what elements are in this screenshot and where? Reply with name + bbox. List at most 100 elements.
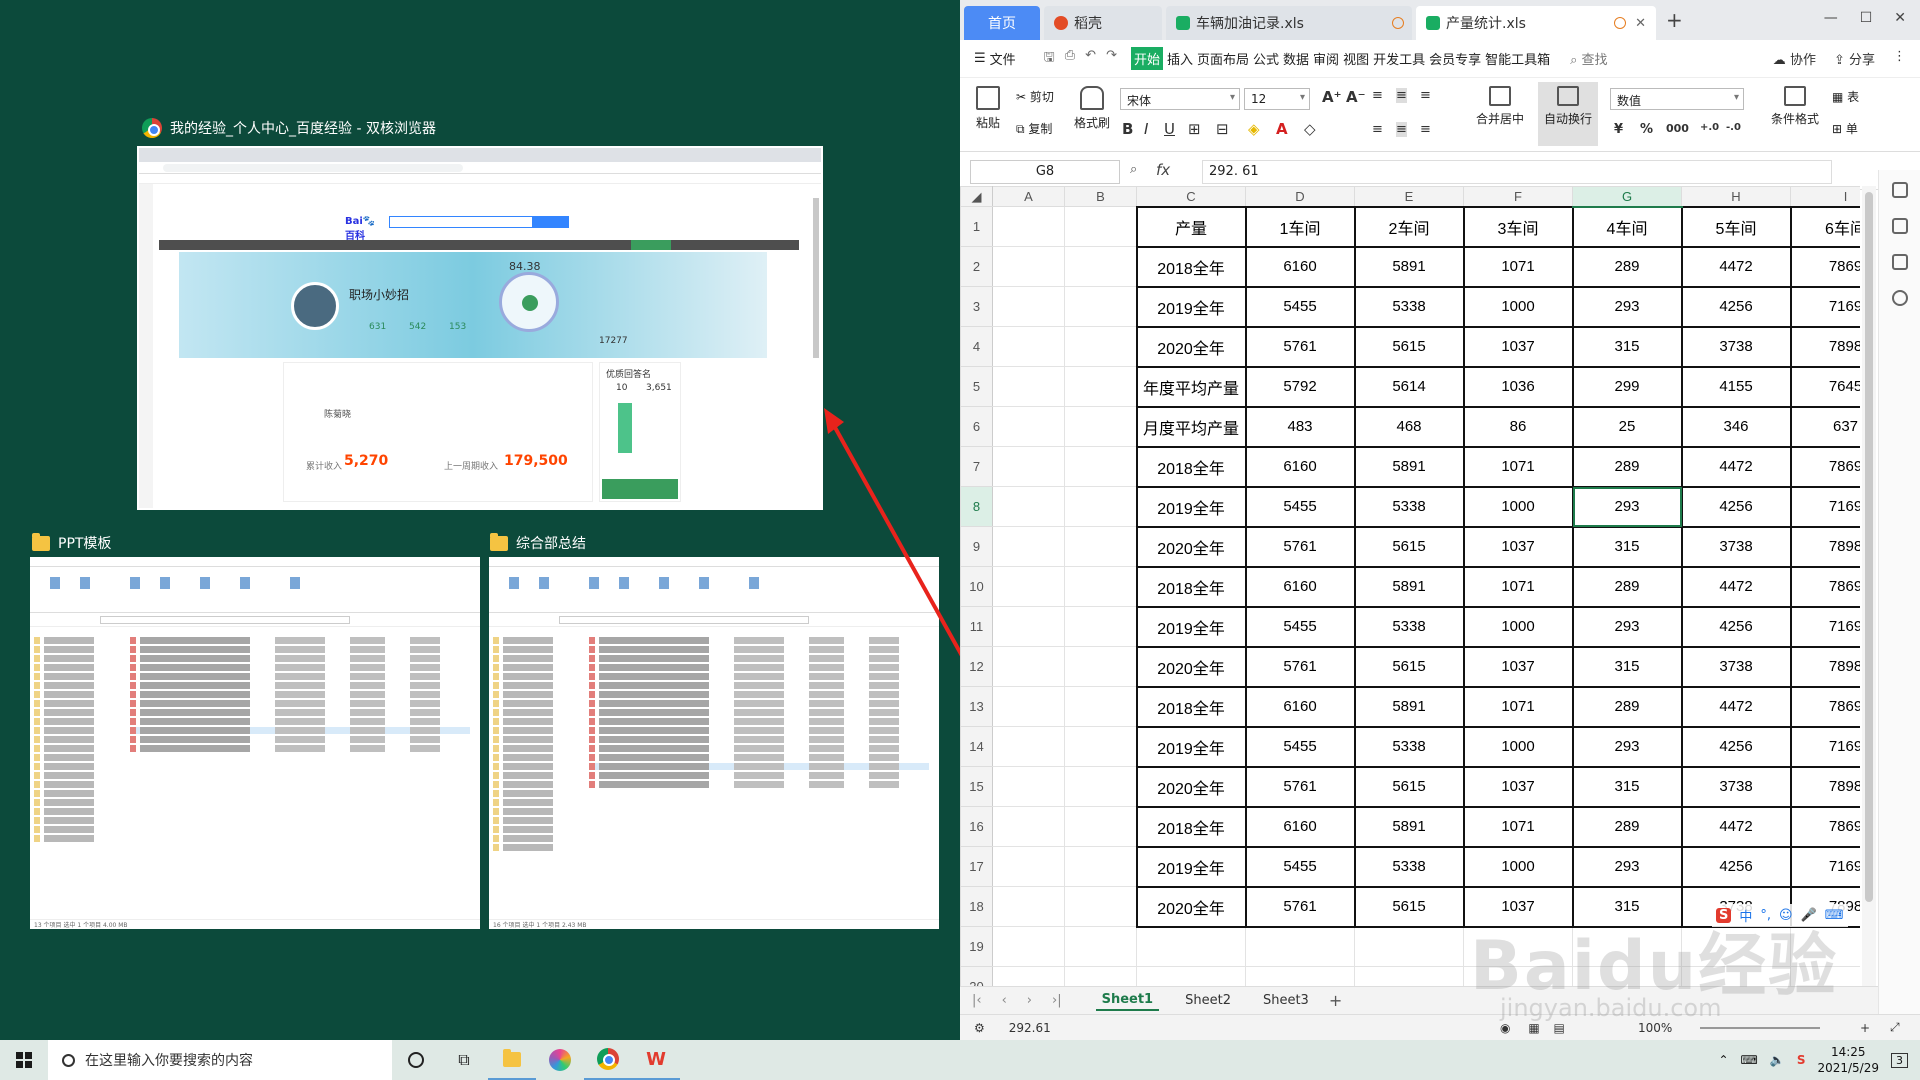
- column-header-i[interactable]: I: [1790, 186, 1860, 207]
- align-center-icon[interactable]: ≡: [1396, 122, 1407, 137]
- cell-a10[interactable]: [992, 566, 1065, 607]
- cell-g7[interactable]: 289: [1571, 445, 1683, 488]
- cell-c1[interactable]: 产量: [1135, 205, 1247, 248]
- cell-e11[interactable]: 5338: [1353, 605, 1465, 648]
- cell-h2[interactable]: 4472: [1680, 245, 1792, 288]
- row-header[interactable]: 9: [960, 526, 993, 567]
- shrink-font-icon[interactable]: A⁻: [1346, 88, 1366, 106]
- column-header-d[interactable]: D: [1245, 186, 1355, 207]
- row-header[interactable]: 12: [960, 646, 993, 687]
- cell-c17[interactable]: 2019全年: [1135, 845, 1247, 888]
- more-icon[interactable]: ⋮: [1893, 49, 1906, 68]
- taskbar-browser[interactable]: [584, 1040, 632, 1080]
- cell-b12[interactable]: [1064, 646, 1137, 687]
- menu-formula[interactable]: 公式: [1253, 49, 1279, 68]
- menu-insert[interactable]: 插入: [1167, 49, 1193, 68]
- row-header[interactable]: 15: [960, 766, 993, 807]
- help-icon[interactable]: [1891, 290, 1908, 306]
- menu-review[interactable]: 审阅: [1313, 49, 1339, 68]
- cell-i14[interactable]: 7169: [1789, 725, 1860, 768]
- task-view-button[interactable]: ⧉: [440, 1040, 488, 1080]
- cell-e15[interactable]: 5615: [1353, 765, 1465, 808]
- row-header[interactable]: 5: [960, 366, 993, 407]
- cell-f12[interactable]: 1037: [1462, 645, 1574, 688]
- cell-e9[interactable]: 5615: [1353, 525, 1465, 568]
- sheet-tab-3[interactable]: Sheet3: [1257, 991, 1315, 1010]
- cell-a1[interactable]: [992, 206, 1065, 247]
- cell-h1[interactable]: 5车间: [1680, 205, 1792, 248]
- cell-g16[interactable]: 289: [1571, 805, 1683, 848]
- name-box[interactable]: G8: [970, 160, 1120, 184]
- cell-i16[interactable]: 7869: [1789, 805, 1860, 848]
- column-header-e[interactable]: E: [1354, 186, 1464, 207]
- cell-d2[interactable]: 6160: [1244, 245, 1356, 288]
- undo-icon[interactable]: ↶: [1085, 48, 1096, 70]
- vertical-scrollbar[interactable]: [1862, 186, 1876, 986]
- row-header[interactable]: 3: [960, 286, 993, 327]
- cell-f4[interactable]: 1037: [1462, 325, 1574, 368]
- cell-d11[interactable]: 5455: [1244, 605, 1356, 648]
- redo-icon[interactable]: ↷: [1106, 48, 1117, 70]
- clear-icon[interactable]: ◇: [1304, 120, 1316, 138]
- cell-c6[interactable]: 月度平均产量: [1135, 405, 1247, 448]
- cell-e3[interactable]: 5338: [1353, 285, 1465, 328]
- cortana-button[interactable]: [392, 1040, 440, 1080]
- cell-b19[interactable]: [1064, 926, 1137, 967]
- zoom-level[interactable]: 100%: [1638, 1021, 1672, 1035]
- cell-h9[interactable]: 3738: [1680, 525, 1792, 568]
- cell-h7[interactable]: 4472: [1680, 445, 1792, 488]
- last-sheet-icon[interactable]: ›|: [1052, 993, 1062, 1008]
- cell-b1[interactable]: [1064, 206, 1137, 247]
- cell-b6[interactable]: [1064, 406, 1137, 447]
- tab-docer[interactable]: 稻壳: [1044, 6, 1162, 40]
- cell-d6[interactable]: 483: [1244, 405, 1356, 448]
- cell-h15[interactable]: 3738: [1680, 765, 1792, 808]
- cell-e7[interactable]: 5891: [1353, 445, 1465, 488]
- row-header[interactable]: 20: [960, 966, 993, 986]
- cell-i6[interactable]: 637: [1789, 405, 1860, 448]
- cell-d3[interactable]: 5455: [1244, 285, 1356, 328]
- align-top-icon[interactable]: ≡: [1372, 88, 1383, 103]
- cell-g1[interactable]: 4车间: [1571, 205, 1683, 248]
- align-middle-icon[interactable]: ≡: [1396, 88, 1407, 103]
- macro-icon[interactable]: ⚙: [974, 1021, 985, 1035]
- cell-e20[interactable]: [1354, 966, 1464, 986]
- cell-b20[interactable]: [1064, 966, 1137, 986]
- eye-icon[interactable]: ◉: [1500, 1021, 1510, 1035]
- cell-h6[interactable]: 346: [1680, 405, 1792, 448]
- cell-b3[interactable]: [1064, 286, 1137, 327]
- cell-a19[interactable]: [992, 926, 1065, 967]
- properties-icon[interactable]: [1891, 218, 1908, 234]
- cell-b16[interactable]: [1064, 806, 1137, 847]
- currency-icon[interactable]: ¥: [1614, 122, 1623, 137]
- cell-g3[interactable]: 293: [1571, 285, 1683, 328]
- cell-i11[interactable]: 7169: [1789, 605, 1860, 648]
- align-left-icon[interactable]: ≡: [1372, 122, 1383, 137]
- taskbar-search[interactable]: 在这里输入你要搜索的内容: [48, 1040, 392, 1080]
- cell-h8[interactable]: 4256: [1680, 485, 1792, 528]
- cell-c20[interactable]: [1136, 966, 1246, 986]
- cell-i1[interactable]: 6车间: [1789, 205, 1860, 248]
- format-painter-button[interactable]: 格式刷: [1072, 86, 1112, 131]
- menu-view[interactable]: 视图: [1343, 49, 1369, 68]
- cell-i4[interactable]: 7898: [1789, 325, 1860, 368]
- decrease-decimal-icon[interactable]: -.0: [1726, 122, 1741, 133]
- cell-i3[interactable]: 7169: [1789, 285, 1860, 328]
- cell-e8[interactable]: 5338: [1353, 485, 1465, 528]
- cell-d1[interactable]: 1车间: [1244, 205, 1356, 248]
- add-sheet-icon[interactable]: +: [1329, 991, 1342, 1010]
- collab-button[interactable]: ☁ 协作: [1773, 49, 1816, 68]
- cell-f5[interactable]: 1036: [1462, 365, 1574, 408]
- cell-g17[interactable]: 293: [1571, 845, 1683, 888]
- cell-d14[interactable]: 5455: [1244, 725, 1356, 768]
- cell-a8[interactable]: [992, 486, 1065, 527]
- merge-center-button[interactable]: 合并居中: [1470, 86, 1530, 127]
- cell-g14[interactable]: 293: [1571, 725, 1683, 768]
- cell-c5[interactable]: 年度平均产量: [1135, 365, 1247, 408]
- underline-icon[interactable]: U: [1164, 120, 1175, 138]
- column-header-a[interactable]: A: [992, 186, 1065, 207]
- normal-view-icon[interactable]: ▦: [1528, 1021, 1539, 1035]
- browser-window-title-bar[interactable]: 我的经验_个人中心_百度经验 - 双核浏览器: [142, 118, 436, 138]
- cell-f13[interactable]: 1071: [1462, 685, 1574, 728]
- cell-g12[interactable]: 315: [1571, 645, 1683, 688]
